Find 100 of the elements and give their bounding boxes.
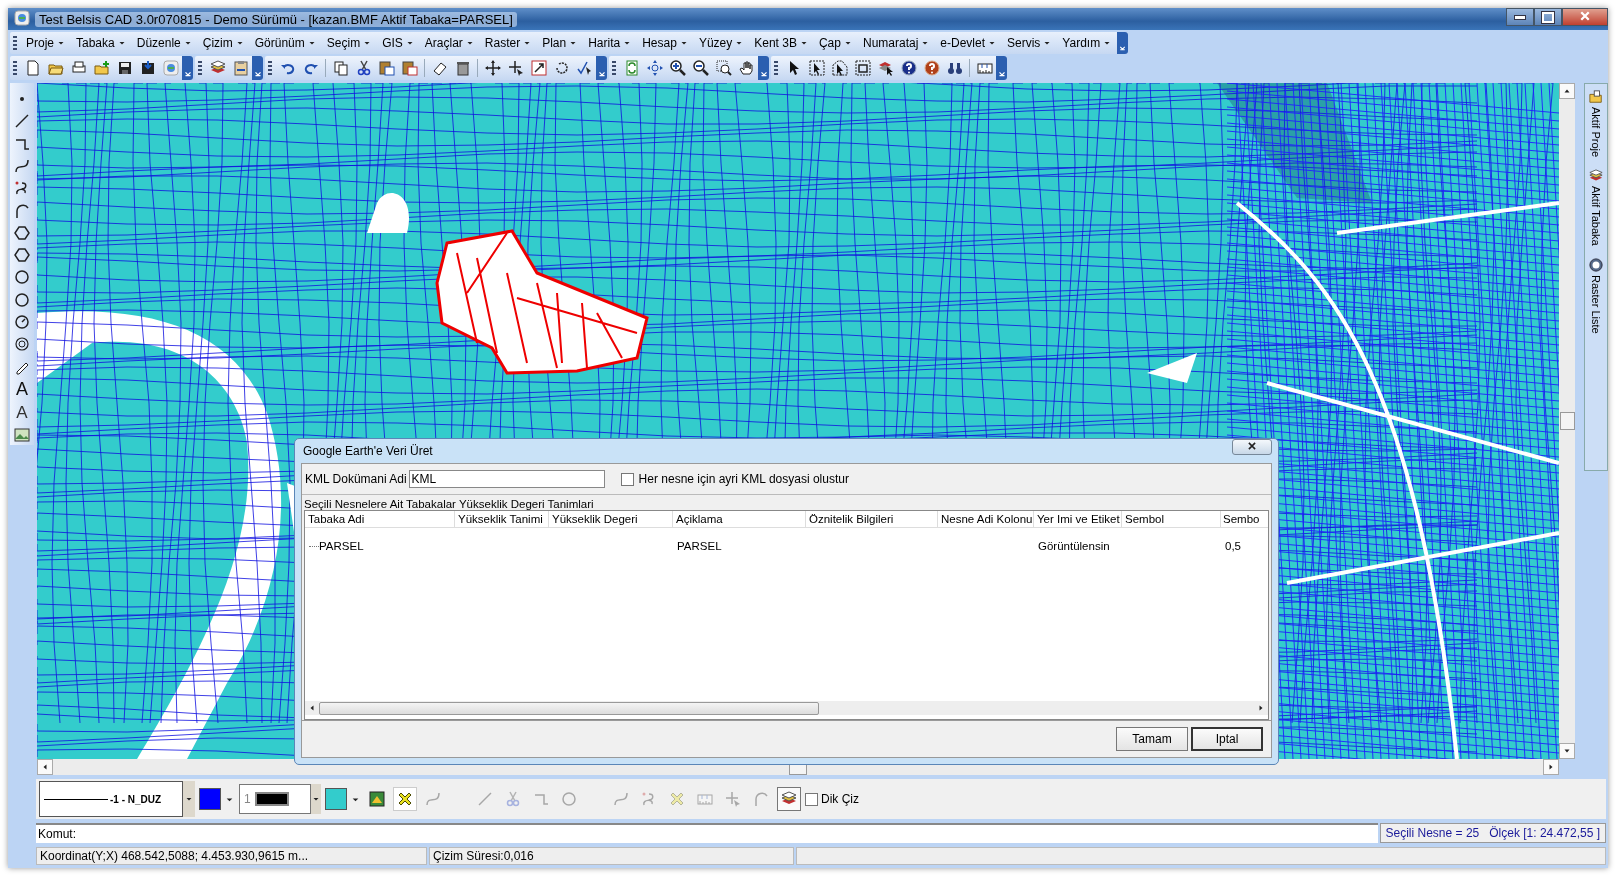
toolbar-options-button[interactable]: [1117, 32, 1129, 54]
toolbar-grip[interactable]: [198, 61, 202, 75]
save-download-icon: [139, 60, 156, 76]
menu-item[interactable]: Servis: [1002, 33, 1058, 53]
command-field[interactable]: Komut:: [36, 823, 1378, 843]
printer-icon: [70, 60, 87, 76]
column-header[interactable]: Yer Imi ve Etiket: [1034, 511, 1122, 527]
clipboard-icon: [232, 60, 249, 76]
toolbar-options-button[interactable]: [596, 56, 607, 80]
table-cell: 0,5: [1225, 540, 1241, 552]
menu-item[interactable]: Raster: [479, 33, 538, 53]
toolbar-grip[interactable]: [13, 36, 17, 50]
color-swatch[interactable]: [325, 788, 347, 810]
selection-count: Seçili Nesne = 25: [1385, 826, 1480, 840]
side-tab[interactable]: Aktif Tabaka: [1589, 169, 1603, 246]
arrow-icon: [1563, 87, 1571, 95]
menu-item[interactable]: e-Devlet: [935, 33, 1002, 53]
cancel-button[interactable]: Iptal: [1191, 727, 1263, 751]
point-icon: [20, 97, 24, 102]
checkbox-label: Her nesne için ayri KML dosyasi olustur: [638, 472, 849, 486]
scroll-thumb[interactable]: [1559, 412, 1575, 430]
scroll-thumb[interactable]: [319, 701, 819, 715]
side-tab[interactable]: Raster Liste: [1589, 257, 1603, 334]
polyline-icon: [533, 791, 549, 807]
menu-item[interactable]: Hesap: [637, 33, 694, 53]
kml-name-field[interactable]: KML: [408, 470, 605, 488]
text-tool-button[interactable]: A: [11, 401, 33, 423]
toolbar-options-button[interactable]: [182, 56, 193, 80]
column-header[interactable]: Öznitelik Bilgileri: [806, 511, 938, 527]
folder-icon: [1589, 90, 1603, 104]
table-cell: PARSEL: [677, 540, 722, 552]
circle-icon: [561, 791, 577, 807]
menu-item[interactable]: Yardım: [1057, 33, 1118, 53]
new-file-icon: [24, 60, 41, 76]
column-header[interactable]: Nesne Adi Kolonu: [938, 511, 1034, 527]
column-header[interactable]: Sembol: [1122, 511, 1221, 527]
move-icon: [484, 60, 501, 76]
menu-item[interactable]: GIS: [377, 33, 420, 53]
color-swatch[interactable]: [199, 788, 221, 810]
curve-icon: [613, 791, 629, 807]
menu-item[interactable]: Proje: [21, 33, 71, 53]
maximize-button[interactable]: [1534, 8, 1562, 26]
coordinates-text: Koordinat(Y;X) 468.542,5088; 4.453.930,9615 m...: [36, 847, 427, 865]
move-cursor-icon: [725, 791, 741, 807]
toolbar-grip[interactable]: [774, 61, 778, 75]
dialog-title: Google Earth'e Veri Üret: [303, 444, 433, 458]
menu-item[interactable]: Plan: [537, 33, 584, 53]
arrow-icon: [1257, 704, 1265, 712]
menu-item[interactable]: Düzenle: [131, 33, 198, 53]
minimize-button[interactable]: [1506, 8, 1534, 26]
menu-item[interactable]: Görünüm: [249, 33, 322, 53]
select-box-icon: [854, 60, 871, 76]
toolbar-options-button[interactable]: [758, 56, 769, 80]
menu-item[interactable]: Tabaka: [71, 33, 132, 53]
close-button[interactable]: [1232, 439, 1272, 455]
menu-item[interactable]: Numarataj: [857, 33, 936, 53]
text-tool-button[interactable]: A: [11, 378, 33, 400]
vertical-scrollbar[interactable]: [1559, 83, 1575, 759]
rotate-icon: [553, 60, 570, 76]
layers-icon: [781, 791, 797, 807]
move-cursor-icon: [507, 60, 524, 76]
close-button[interactable]: [1562, 8, 1608, 26]
toolbar-options-button[interactable]: [252, 56, 263, 80]
group-title: Seçili Nesnelere Ait Tabakalar Yükseklik Degeri Tanimlari: [304, 498, 595, 510]
menu-item[interactable]: Seçim: [321, 33, 378, 53]
cut-icon: [355, 60, 372, 76]
menu-item[interactable]: Çizim: [197, 33, 250, 53]
layers-button[interactable]: [777, 787, 801, 811]
checkbox[interactable]: [620, 472, 634, 486]
resize-icon: [530, 60, 547, 76]
menu-item[interactable]: Harita: [583, 33, 638, 53]
check-cursor-icon: [576, 60, 593, 76]
window-title: Test Belsis CAD 3.0r070815 - Demo Sürümü - [kazan.BMF Aktif Tabaka=PARSEL]: [35, 11, 517, 27]
app-icon: [14, 9, 30, 26]
save-icon: [116, 60, 133, 76]
menu-item[interactable]: Çap: [813, 33, 858, 53]
column-header[interactable]: Yükseklik Tanimi: [455, 511, 549, 527]
column-header[interactable]: Yükseklik Degeri: [549, 511, 673, 527]
side-tab[interactable]: Aktif Proje: [1589, 90, 1603, 158]
checkbox-label: Dik Çiz: [821, 792, 859, 806]
snap-button[interactable]: [393, 787, 417, 811]
copy-icon: [332, 60, 349, 76]
toolbar-grip[interactable]: [612, 61, 616, 75]
binoculars-icon: [946, 60, 963, 76]
toolbar-grip[interactable]: [13, 61, 17, 75]
horizontal-scrollbar[interactable]: [305, 701, 1268, 715]
column-header[interactable]: Açiklama: [673, 511, 806, 527]
ok-button[interactable]: Tamam: [1116, 727, 1188, 751]
menu-item[interactable]: Kent 3B: [749, 33, 814, 53]
checkbox[interactable]: [805, 792, 818, 806]
circle-icon: [14, 291, 30, 308]
menu-item[interactable]: Yüzey: [693, 33, 750, 53]
draw-time-text: Çizim Süresi:0,016: [429, 847, 794, 865]
menu-item[interactable]: Araçlar: [419, 33, 480, 53]
column-header[interactable]: Tabaka Adi: [305, 511, 455, 527]
ruler-icon: [697, 791, 713, 807]
toolbar-options-button[interactable]: [996, 56, 1007, 80]
toolbar-grip[interactable]: [268, 61, 272, 75]
ruler-icon: [976, 60, 993, 76]
column-header[interactable]: Sembo: [1221, 511, 1265, 527]
